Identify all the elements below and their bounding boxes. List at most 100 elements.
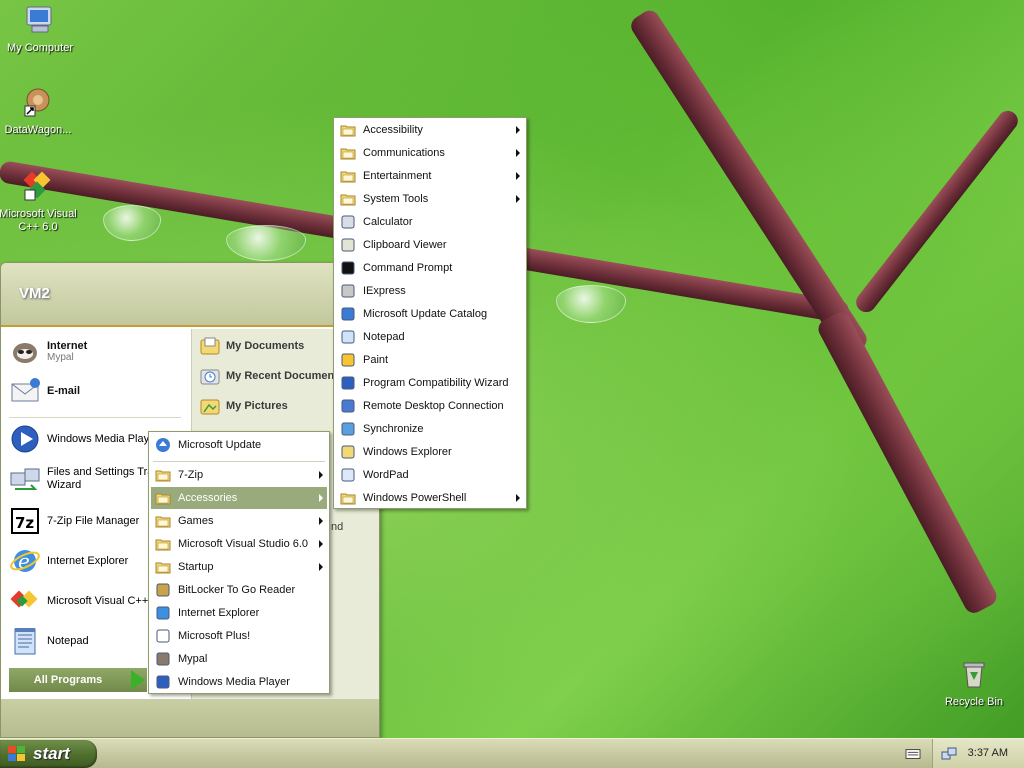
menu-item-label: Command Prompt [363, 262, 453, 274]
menu-item-label: Program Compatibility Wizard [363, 377, 509, 389]
pinned-item-internet[interactable]: Internet Mypal [9, 335, 189, 367]
folder-icon [155, 516, 171, 528]
windows-update-icon [156, 438, 170, 452]
menu-item-system-tools[interactable]: System Tools [336, 188, 524, 210]
taskbar: start 3:37 AM [0, 738, 1024, 768]
my-documents-icon [200, 337, 220, 355]
wallpaper-twig [852, 106, 1022, 317]
my-pictures-link[interactable]: My Pictures [199, 395, 288, 417]
menu-item-remote-desktop-connection[interactable]: Remote Desktop Connection [336, 395, 524, 417]
desktop-icon-my-computer[interactable]: My Computer [0, 4, 80, 55]
menu-item-accessories[interactable]: Accessories [151, 487, 327, 509]
menu-item-microsoft-plus[interactable]: Microsoft Plus! [151, 625, 327, 647]
menu-item-label: 7-Zip [178, 469, 204, 481]
help-icon [341, 376, 355, 390]
visual-cpp-icon [23, 171, 51, 201]
my-documents-label: My Documents [226, 340, 305, 352]
menu-item-label: Games [178, 515, 214, 527]
menu-item-command-prompt[interactable]: Command Prompt [336, 257, 524, 279]
menu-item-internet-explorer[interactable]: Internet Explorer [151, 602, 327, 624]
water-drop [226, 225, 306, 261]
clipboard-icon [341, 238, 355, 252]
menu-item-bitlocker-to-go-reader[interactable]: BitLocker To Go Reader [151, 579, 327, 601]
my-documents-link[interactable]: My Documents [199, 335, 304, 357]
menu-item-label: WordPad [363, 469, 409, 481]
desktop-icon-label: Microsoft Visual C++ 6.0 [0, 208, 77, 233]
menu-item-label: Accessibility [363, 124, 423, 136]
submenu-arrow-icon [319, 563, 323, 571]
transfer-wizard-icon [10, 468, 40, 490]
menu-item-label: Notepad [363, 331, 405, 343]
menu-item-windows-explorer[interactable]: Windows Explorer [336, 441, 524, 463]
menu-item-accessibility[interactable]: Accessibility [336, 119, 524, 141]
keyboard-icon[interactable] [905, 747, 921, 761]
recent-item-label: Internet Explorer [47, 555, 129, 567]
menu-divider [153, 461, 325, 462]
start-menu-user: VM2 [1, 263, 379, 327]
synchronize-icon [341, 422, 355, 436]
menu-item-label: Clipboard Viewer [363, 239, 447, 251]
menu-item-paint[interactable]: Paint [336, 349, 524, 371]
internet-explorer-icon [156, 606, 170, 620]
submenu-arrow-icon [319, 494, 323, 502]
desktop-icon-visual-cpp[interactable]: Microsoft Visual C++ 6.0 [0, 170, 78, 234]
menu-item-entertainment[interactable]: Entertainment [336, 165, 524, 187]
menu-item-startup[interactable]: Startup [151, 556, 327, 578]
menu-item-label: Windows Explorer [363, 446, 452, 458]
clock[interactable]: 3:37 AM [968, 747, 1008, 759]
menu-item-windows-media-player[interactable]: Windows Media Player [151, 671, 327, 693]
desktop-icon-label: DataWagon... [4, 124, 72, 136]
start-button[interactable]: start [0, 740, 97, 768]
internet-explorer-icon: e [10, 549, 40, 573]
submenu-arrow-icon [516, 126, 520, 134]
menu-item-label: Microsoft Visual Studio 6.0 [178, 538, 309, 550]
my-recent-documents-link[interactable]: My Recent Documents [199, 365, 344, 387]
menu-item-communications[interactable]: Communications [336, 142, 524, 164]
system-tray: 3:37 AM [932, 739, 1024, 768]
menu-item-calculator[interactable]: Calculator [336, 211, 524, 233]
mypal-icon [156, 652, 170, 666]
menu-item-microsoft-visual-studio-6-0[interactable]: Microsoft Visual Studio 6.0 [151, 533, 327, 555]
submenu-arrow-icon [319, 540, 323, 548]
submenu-arrow-icon [516, 172, 520, 180]
all-programs-label: All Programs [33, 674, 103, 686]
recycle-bin-icon [963, 662, 985, 688]
svg-text:7z: 7z [15, 514, 34, 532]
all-programs-button[interactable]: All Programs [9, 668, 147, 692]
accessories-menu: Accessibility Communications Entertainment… [333, 117, 527, 509]
notepad-icon [14, 628, 36, 655]
visual-cpp-icon [10, 590, 38, 608]
my-pictures-label: My Pictures [226, 400, 288, 412]
desktop-icon-datawagon[interactable]: DataWagon... [0, 86, 78, 137]
menu-item-7-zip[interactable]: 7-Zip [151, 464, 327, 486]
7zip-icon: 7z [11, 508, 39, 534]
water-drop [103, 205, 161, 241]
network-icon[interactable] [941, 746, 957, 762]
menu-item-synchronize[interactable]: Synchronize [336, 418, 524, 440]
pinned-item-subtitle: Mypal [47, 351, 74, 363]
start-label: start [33, 744, 70, 763]
menu-item-program-compatibility-wizard[interactable]: Program Compatibility Wizard [336, 372, 524, 394]
folder-icon [155, 562, 171, 574]
menu-item-wordpad[interactable]: WordPad [336, 464, 524, 486]
menu-item-iexpress[interactable]: IExpress [336, 280, 524, 302]
menu-item-label: BitLocker To Go Reader [178, 584, 296, 596]
desktop-icon-recycle-bin[interactable]: Recycle Bin [934, 658, 1014, 709]
pinned-item-email[interactable]: E-mail [9, 375, 189, 407]
computer-icon [26, 6, 52, 33]
menu-item-microsoft-update-catalog[interactable]: Microsoft Update Catalog [336, 303, 524, 325]
email-icon [11, 378, 40, 402]
desktop-icon-label: Recycle Bin [944, 696, 1004, 708]
menu-item-microsoft-update[interactable]: Microsoft Update [151, 434, 327, 456]
folder-icon [340, 493, 356, 505]
menu-item-label: Remote Desktop Connection [363, 400, 504, 412]
menu-item-mypal[interactable]: Mypal [151, 648, 327, 670]
my-pictures-icon [200, 399, 220, 415]
submenu-arrow-icon [516, 494, 520, 502]
menu-item-games[interactable]: Games [151, 510, 327, 532]
menu-item-notepad[interactable]: Notepad [336, 326, 524, 348]
menu-item-label: Microsoft Plus! [178, 630, 251, 642]
right-pane-partial-label: nd [331, 521, 344, 533]
menu-item-clipboard-viewer[interactable]: Clipboard Viewer [336, 234, 524, 256]
menu-item-windows-powershell[interactable]: Windows PowerShell [336, 487, 524, 509]
